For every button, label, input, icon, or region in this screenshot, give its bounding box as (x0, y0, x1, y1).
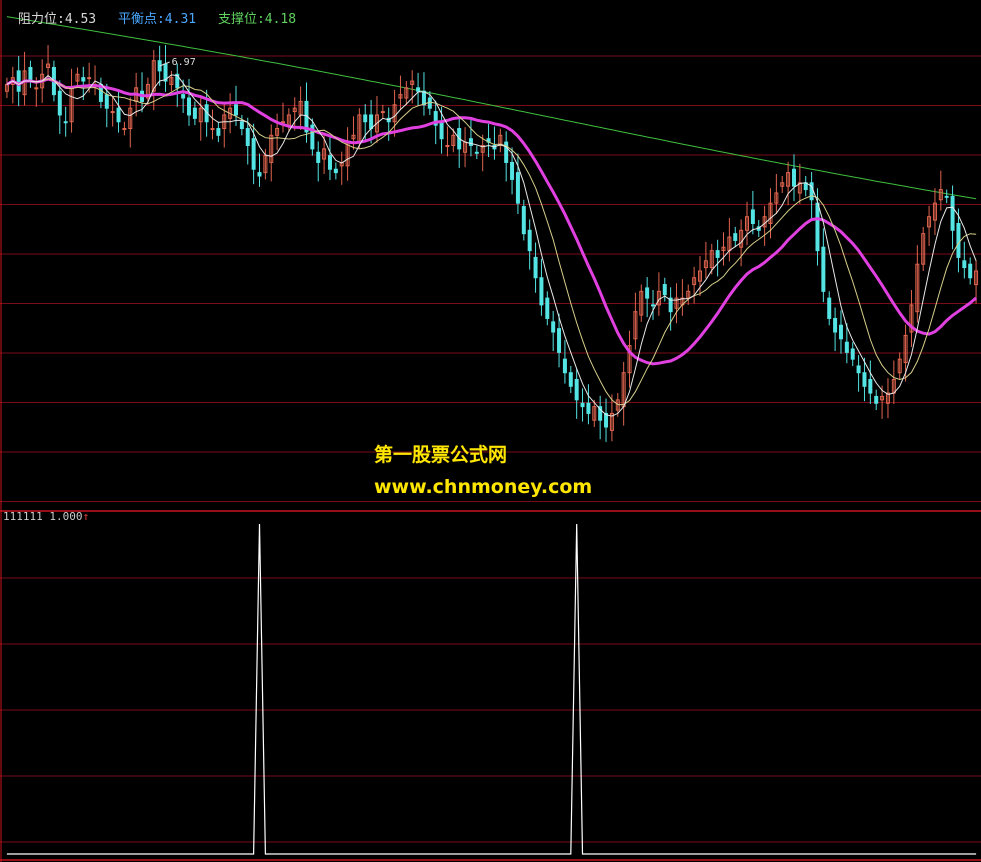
candle-body (468, 138, 473, 146)
candle-body (327, 155, 332, 170)
legend-support: 支撑位:4.18 (217, 12, 297, 27)
candle-body (369, 114, 374, 130)
candle-body (439, 121, 444, 140)
ma5-path (6, 74, 977, 417)
candle-body (210, 128, 215, 131)
candle-body (662, 284, 667, 296)
candle-body (733, 233, 738, 241)
candle-body (791, 168, 796, 187)
ma-green-line (6, 16, 977, 200)
panel-divider (0, 0, 981, 862)
candle-body (645, 287, 650, 299)
candle-body (81, 77, 86, 82)
stock-chart: 6.97 (0, 0, 981, 862)
legend-resistance: 阻力位:4.53 (18, 12, 97, 27)
candle-body (562, 358, 567, 374)
ma-white-line (6, 74, 977, 417)
sub-legend: 111111 1.000↑ (3, 510, 89, 523)
candle-body (580, 402, 585, 408)
candle-body (557, 328, 562, 353)
sub-indicator-value: 1.000 (49, 510, 83, 523)
candle-body (192, 107, 197, 119)
candle-body (856, 365, 861, 374)
candle-body (474, 151, 479, 154)
candle-body (416, 87, 421, 92)
ma10-path (6, 78, 977, 406)
candle-body (333, 168, 338, 174)
candle-body (574, 379, 579, 401)
candle-body (234, 104, 239, 116)
candle-body (950, 195, 955, 231)
high-marker-label: 6.97 (172, 57, 196, 68)
candle-body (586, 402, 591, 414)
candle-body (316, 151, 321, 163)
candle-body (521, 206, 526, 235)
candle-body (539, 277, 544, 306)
candle-body (815, 202, 820, 252)
candle-body (651, 304, 656, 307)
candlesticks (4, 45, 979, 442)
candle-body (187, 97, 192, 116)
candle-body (28, 66, 33, 82)
candle-body (833, 317, 838, 333)
candle-body (874, 395, 879, 404)
candle-body (445, 144, 450, 147)
candle-body (962, 260, 967, 269)
arrow-up-icon: ↑ (82, 510, 90, 523)
candle-body (16, 70, 21, 92)
candle-body (216, 128, 221, 136)
candle-body (34, 87, 39, 90)
sub-indicator-name: 111111 (3, 510, 43, 523)
candle-body (380, 111, 385, 114)
candle-body (104, 94, 109, 109)
candle-body (421, 90, 426, 106)
candle-body (956, 222, 961, 258)
signal-line (6, 523, 977, 855)
candle-body (533, 256, 538, 279)
candle-body (944, 195, 949, 198)
candle-body (821, 246, 826, 292)
candle-body (57, 90, 62, 116)
candle-body (239, 121, 244, 130)
candle-body (87, 77, 92, 80)
candle-body (568, 372, 573, 387)
candle-body (527, 229, 532, 252)
candle-body (968, 263, 973, 279)
candle-body (251, 138, 256, 170)
candle-body (838, 324, 843, 340)
candle-body (827, 297, 832, 319)
watermark-title: 第一股票公式网 (374, 444, 508, 466)
candle-body (63, 121, 68, 124)
candle-body (545, 297, 550, 319)
candle-body (844, 341, 849, 353)
candle-body (427, 97, 432, 109)
legend: 阻力位:4.53 平衡点:4.31 支撑位:4.18 (18, 8, 310, 27)
candle-body (862, 372, 867, 387)
legend-balance: 平衡点:4.31 (117, 12, 197, 27)
candle-body (257, 172, 262, 177)
candle-body (363, 114, 368, 123)
signal-path (6, 523, 977, 855)
candle-body (868, 379, 873, 394)
candle-body (181, 94, 186, 99)
candle-body (750, 209, 755, 224)
candle-body (515, 172, 520, 204)
candle-body (715, 250, 720, 258)
candle-body (850, 348, 855, 360)
candle-body (116, 107, 121, 123)
candle-body (551, 321, 556, 333)
candle-body (245, 128, 250, 146)
candle-body (110, 111, 115, 114)
ma-yellow-line (6, 78, 977, 406)
candle-body (510, 161, 515, 180)
watermark-url: www.chnmoney.com (374, 476, 593, 498)
candle-body (122, 128, 127, 131)
ma-long-path (6, 16, 977, 200)
